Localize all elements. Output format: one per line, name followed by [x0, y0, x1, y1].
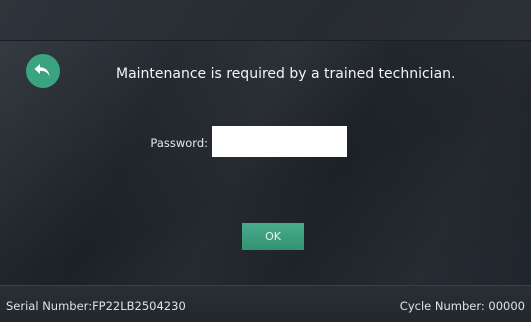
password-input[interactable]	[212, 126, 347, 157]
cycle-number: Cycle Number: 00000	[399, 299, 525, 313]
maintenance-screen: Maintenance is required by a trained tec…	[0, 0, 531, 322]
ok-button[interactable]: OK	[242, 223, 304, 250]
serial-number: Serial Number:FP22LB2504230	[6, 299, 186, 313]
password-label: Password:	[150, 136, 208, 150]
status-bar: Serial Number:FP22LB2504230 Cycle Number…	[0, 285, 531, 322]
maintenance-message: Maintenance is required by a trained tec…	[116, 66, 456, 82]
top-bar	[0, 0, 531, 41]
